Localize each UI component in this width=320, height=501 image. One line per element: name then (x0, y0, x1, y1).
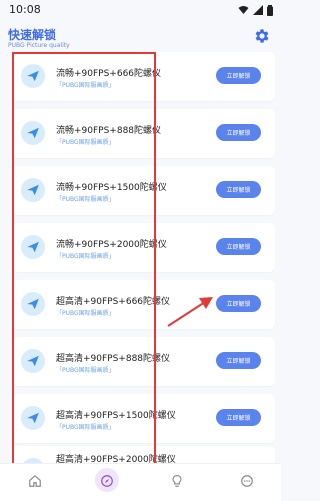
item-subtitle: 「PUBG国际服画质」 (56, 367, 115, 374)
unlock-button[interactable]: 立即解锁 (216, 124, 261, 141)
paper-plane-icon (21, 178, 45, 202)
status-bar: 10:08 (0, 0, 281, 20)
page-title: 快速解锁 (8, 28, 57, 42)
item-subtitle: 「PUBG国际服画质」 (56, 310, 115, 317)
unlock-button[interactable]: 立即解锁 (216, 238, 261, 255)
signal-icon (253, 5, 263, 15)
nav-discover[interactable] (98, 472, 116, 490)
item-subtitle: 「PUBG国际服画质」 (56, 139, 115, 146)
item-title: 流畅+90FPS+1500陀螺仪 (56, 183, 167, 193)
settings-button[interactable] (253, 27, 271, 45)
item-subtitle: 「PUBG国际服画质」 (56, 82, 115, 89)
page-subtitle: PUBG Picture quality (8, 42, 70, 49)
paper-plane-icon (21, 349, 45, 373)
item-title: 超高清+90FPS+888陀螺仪 (56, 354, 171, 364)
paper-plane-icon (21, 292, 45, 316)
item-title: 流畅+90FPS+666陀螺仪 (56, 69, 162, 79)
nav-home[interactable] (26, 472, 44, 490)
compass-icon (101, 475, 113, 487)
wifi-icon (238, 6, 249, 14)
item-title: 流畅+90FPS+888陀螺仪 (56, 126, 162, 136)
paper-plane-icon (21, 406, 45, 430)
paper-plane-icon (21, 64, 45, 88)
list-item: 流畅+90FPS+666陀螺仪 「PUBG国际服画质」 立即解锁 (12, 52, 275, 101)
list-item: 超高清+90FPS+888陀螺仪 「PUBG国际服画质」 立即解锁 (12, 337, 275, 386)
item-title: 流畅+90FPS+2000陀螺仪 (56, 240, 167, 250)
unlock-button[interactable]: 立即解锁 (216, 295, 261, 312)
item-subtitle: 「PUBG国际服画质」 (56, 253, 115, 260)
item-title: 超高清+90FPS+666陀螺仪 (56, 297, 171, 307)
unlock-button[interactable]: 立即解锁 (216, 352, 261, 369)
list-item: 流畅+90FPS+1500陀螺仪 「PUBG国际服画质」 立即解锁 (12, 166, 275, 215)
paper-plane-icon (21, 235, 45, 259)
item-title: 超高清+90FPS+1500陀螺仪 (56, 411, 176, 421)
header: 快速解锁 PUBG Picture quality (0, 20, 281, 52)
home-icon (29, 474, 41, 487)
lightbulb-icon (172, 475, 182, 487)
battery-icon (267, 4, 273, 16)
list-item: 流畅+90FPS+2000陀螺仪 「PUBG国际服画质」 立即解锁 (12, 223, 275, 272)
unlock-button[interactable]: 立即解锁 (216, 181, 261, 198)
nav-ideas[interactable] (168, 472, 186, 490)
list-item: 流畅+90FPS+888陀螺仪 「PUBG国际服画质」 立即解锁 (12, 109, 275, 158)
item-subtitle: 「PUBG国际服画质」 (56, 424, 115, 431)
list-item: 超高清+90FPS+1500陀螺仪 「PUBG国际服画质」 立即解锁 (12, 394, 275, 443)
paper-plane-icon (21, 121, 45, 145)
unlock-button[interactable]: 立即解锁 (216, 409, 261, 426)
more-icon (241, 475, 253, 487)
list-item: 超高清+90FPS+666陀螺仪 「PUBG国际服画质」 立即解锁 (12, 280, 275, 329)
status-icons (238, 4, 273, 16)
nav-more[interactable] (238, 472, 256, 490)
item-subtitle: 「PUBG国际服画质」 (56, 196, 115, 203)
status-time: 10:08 (9, 3, 41, 16)
gear-icon (255, 29, 269, 43)
bottom-nav (0, 463, 281, 501)
unlock-button[interactable]: 立即解锁 (216, 67, 261, 84)
